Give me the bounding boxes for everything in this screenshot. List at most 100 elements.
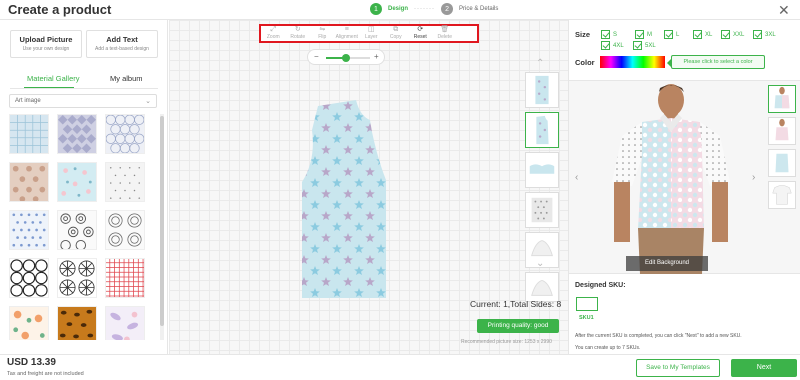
pattern-tile[interactable] — [9, 258, 49, 298]
chevron-left-icon[interactable]: ‹ — [575, 172, 578, 183]
checkbox-checked-icon — [601, 30, 610, 39]
gallery-scrollbar[interactable] — [160, 116, 164, 326]
step-1-label[interactable]: Design — [388, 6, 408, 12]
pattern-tile[interactable] — [9, 210, 49, 250]
zoom-tool[interactable]: ⤢ Zoom — [261, 26, 286, 41]
zoom-slider-bar: − + — [307, 49, 385, 65]
copy-label: Copy — [389, 34, 402, 40]
printing-quality-badge[interactable]: Printing quality: good — [477, 319, 559, 333]
side-thumb[interactable] — [525, 152, 559, 188]
size-option-xl[interactable]: XL — [693, 30, 712, 39]
alignment-icon: ≡ — [344, 26, 349, 33]
size-option-label: XXL — [733, 31, 745, 38]
checkbox-checked-icon — [635, 30, 644, 39]
step-2-label[interactable]: Price & Details — [459, 6, 498, 12]
price-total: USD 13.39 — [7, 357, 56, 368]
size-option-m[interactable]: M — [635, 30, 652, 39]
side-thumb[interactable] — [525, 72, 559, 108]
alignment-tool[interactable]: ≡ Alignment — [335, 26, 360, 41]
color-picker-spectrum[interactable] — [600, 56, 665, 68]
upload-picture-subtitle: Use your own design — [22, 46, 70, 52]
copy-tool[interactable]: ⧉ Copy — [384, 26, 409, 41]
delete-tool[interactable]: 🗑 Delete — [433, 26, 458, 41]
flip-tool[interactable]: ⇋ Flip — [310, 26, 335, 41]
view-thumb-side[interactable] — [768, 117, 796, 145]
pattern-tile[interactable] — [105, 258, 145, 298]
layer-tool[interactable]: ◫ Layer — [359, 26, 384, 41]
sku-note: After the current SKU is completed, you … — [575, 333, 742, 339]
chevron-right-icon[interactable]: › — [752, 172, 755, 183]
size-option-label: S — [613, 31, 618, 38]
size-option-5xl[interactable]: 5XL — [633, 41, 656, 50]
view-thumb-image — [775, 153, 789, 173]
chevron-down-icon[interactable]: ⌄ — [536, 258, 544, 269]
zoom-in-icon[interactable]: + — [374, 52, 379, 61]
size-option-label: 3XL — [765, 31, 776, 38]
shirt-panel-preview[interactable] — [298, 100, 386, 298]
view-thumb-back[interactable] — [768, 149, 796, 177]
pattern-tile[interactable] — [57, 162, 97, 202]
add-text-button[interactable]: Add Text Add a text-based design — [86, 30, 158, 58]
view-thumb-image — [772, 185, 792, 205]
reset-tool[interactable]: ⟳ Reset — [408, 26, 433, 41]
rotate-tool[interactable]: ↻ Rotate — [286, 26, 311, 41]
rotate-icon: ↻ — [294, 26, 301, 33]
alignment-label: Alignment — [335, 34, 358, 40]
size-option-s[interactable]: S — [601, 30, 617, 39]
art-category-select[interactable]: Art image ⌄ — [9, 94, 157, 108]
size-option-4xl[interactable]: 4XL — [601, 41, 624, 50]
tab-my-album[interactable]: My album — [110, 74, 143, 83]
view-thumb-image — [775, 118, 789, 141]
pattern-tile[interactable] — [57, 306, 97, 340]
flip-icon: ⇋ — [319, 26, 326, 33]
chevron-up-icon[interactable]: ⌃ — [536, 58, 544, 69]
sku-thumbnail[interactable] — [576, 297, 598, 311]
pattern-tile[interactable] — [105, 162, 145, 202]
zoom-out-icon[interactable]: − — [314, 52, 319, 61]
add-text-subtitle: Add a text-based design — [95, 46, 149, 52]
size-option-label: M — [647, 31, 652, 38]
zoom-handle[interactable] — [342, 54, 350, 62]
edit-toolbar: ⤢ Zoom ↻ Rotate ⇋ Flip ≡ Alignment ◫ Lay… — [259, 24, 479, 43]
pattern-tile[interactable] — [105, 210, 145, 250]
tab-material-gallery[interactable]: Material Gallery — [27, 74, 80, 83]
next-button[interactable]: Next — [731, 359, 797, 377]
pattern-tile[interactable] — [57, 114, 97, 154]
close-icon[interactable]: ✕ — [778, 2, 790, 19]
reset-icon: ⟳ — [417, 26, 424, 33]
checkbox-checked-icon — [693, 30, 702, 39]
checkbox-checked-icon — [664, 30, 673, 39]
flip-label: Flip — [318, 34, 327, 40]
side-thumb[interactable] — [525, 192, 559, 228]
upload-picture-button[interactable]: Upload Picture Use your own design — [10, 30, 82, 58]
pattern-tile[interactable] — [9, 114, 49, 154]
chevron-down-icon: ⌄ — [145, 98, 151, 105]
pattern-tile[interactable] — [9, 162, 49, 202]
color-select-tooltip: Please click to select a color — [667, 55, 765, 69]
reset-label: Reset — [413, 34, 427, 40]
pattern-tile[interactable] — [105, 306, 145, 340]
side-thumb[interactable] — [525, 272, 559, 302]
side-thumb-active[interactable] — [525, 112, 559, 148]
pattern-tile[interactable] — [105, 114, 145, 154]
side-thumbnails: ⌃ ⌄ — [523, 58, 561, 328]
edit-background-button[interactable]: Edit Background — [626, 256, 708, 271]
view-thumb-flat[interactable] — [768, 181, 796, 209]
color-label: Color — [575, 58, 595, 67]
gallery-tabs: Material Gallery My album — [10, 74, 158, 90]
size-option-l[interactable]: L — [664, 30, 679, 39]
sides-counter: Current: 1,Total Sides: 8 — [470, 299, 562, 309]
size-option-label: 5XL — [645, 42, 656, 49]
side-thumb-image — [531, 279, 553, 296]
pattern-tile[interactable] — [57, 210, 97, 250]
art-category-value: Art image — [15, 98, 41, 104]
pattern-tile[interactable] — [57, 258, 97, 298]
pattern-tile[interactable] — [9, 306, 49, 340]
view-thumb-front-active[interactable] — [768, 85, 796, 113]
active-tab-indicator — [24, 87, 74, 88]
save-to-templates-button[interactable]: Save to My Templates — [636, 359, 720, 377]
step-2-badge: 2 — [441, 3, 454, 15]
size-option-xxl[interactable]: XXL — [721, 30, 744, 39]
size-option-3xl[interactable]: 3XL — [753, 30, 776, 39]
rotate-label: Rotate — [290, 34, 306, 40]
